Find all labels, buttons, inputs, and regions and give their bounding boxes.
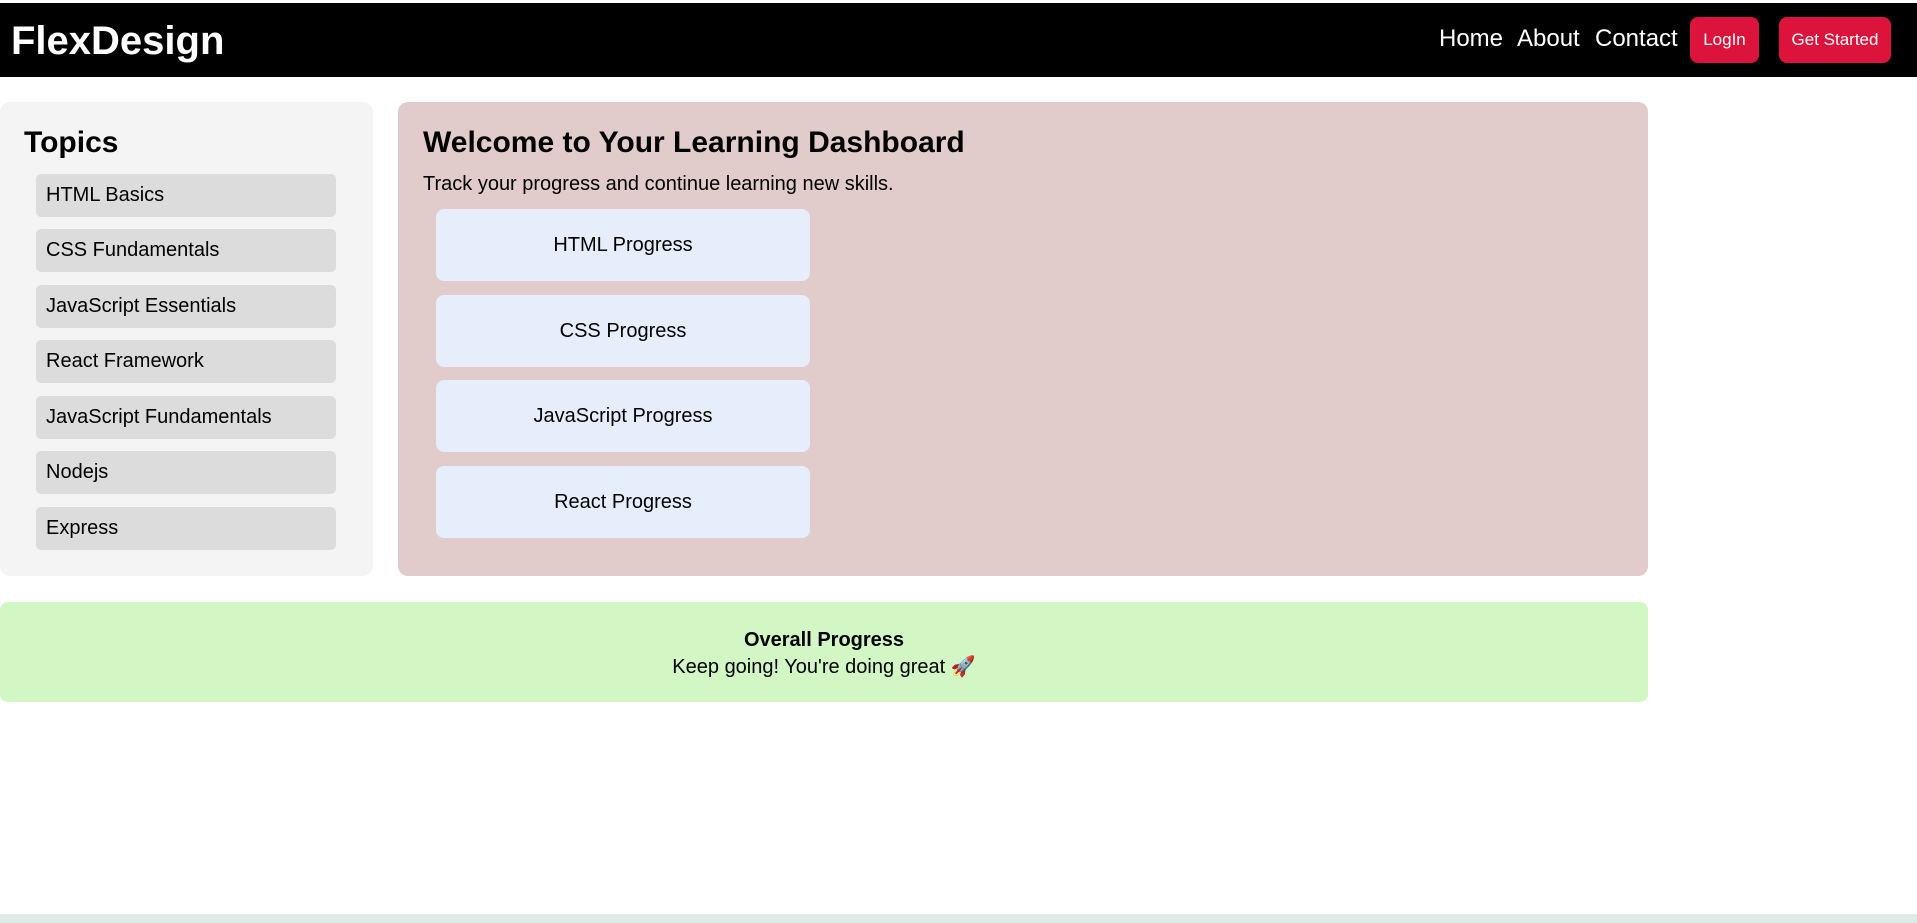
page-subtitle: Track your progress and continue learnin… [423,173,894,195]
dashboard-main-panel: Welcome to Your Learning Dashboard Track… [398,102,1648,576]
css-progress-card[interactable]: CSS Progress [436,295,810,367]
bottom-scroll-strip [0,914,1917,923]
sidebar-item-javascript-essentials[interactable]: JavaScript Essentials [36,285,336,328]
sidebar-item-label: JavaScript Essentials [46,295,237,317]
page-title: Welcome to Your Learning Dashboard [423,126,965,159]
html-progress-card[interactable]: HTML Progress [436,209,810,281]
sidebar-item-css-fundamentals[interactable]: CSS Fundamentals [36,229,336,272]
javascript-progress-card[interactable]: JavaScript Progress [436,380,810,452]
get-started-button[interactable]: Get Started [1779,17,1891,63]
nav-link-contact[interactable]: Contact [1595,24,1678,54]
sidebar-item-label: Express [46,517,119,539]
sidebar-item-react-framework[interactable]: React Framework [36,340,336,383]
login-button[interactable]: LogIn [1690,17,1759,63]
nav-link-about[interactable]: About [1517,24,1580,54]
sidebar-item-label: CSS Fundamentals [46,239,220,261]
overall-progress-message: Keep going! You're doing great 🚀 [672,656,976,678]
sidebar-item-label: HTML Basics [46,184,165,206]
overall-progress-title: Overall Progress [743,629,905,651]
sidebar-item-html-basics[interactable]: HTML Basics [36,174,336,217]
sidebar-item-label: Nodejs [46,461,109,483]
sidebar-title: Topics [24,126,119,159]
sidebar-item-label: JavaScript Fundamentals [46,406,272,428]
sidebar-item-nodejs[interactable]: Nodejs [36,451,336,494]
nav-link-home[interactable]: Home [1439,24,1503,54]
topics-sidebar: Topics HTML Basics CSS Fundamentals Java… [0,102,373,576]
react-progress-card[interactable]: React Progress [436,466,810,538]
sidebar-item-label: React Framework [46,350,204,372]
site-logo[interactable]: FlexDesign [11,17,224,65]
sidebar-item-javascript-fundamentals[interactable]: JavaScript Fundamentals [36,396,336,439]
overall-progress-banner: Overall Progress Keep going! You're doin… [0,602,1648,702]
top-navigation-bar: FlexDesign Home About Contact LogIn Get … [0,3,1917,77]
sidebar-item-express[interactable]: Express [36,507,336,550]
